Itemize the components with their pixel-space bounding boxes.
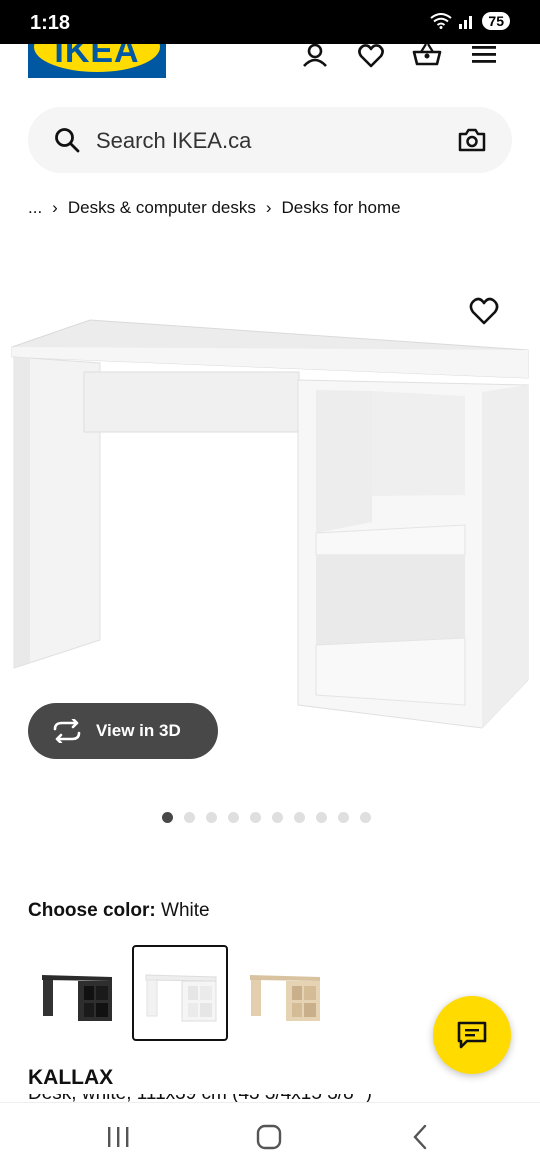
selected-color-value: White bbox=[161, 900, 210, 921]
view-in-3d-label: View in 3D bbox=[96, 721, 181, 740]
desk-oak-thumbnail bbox=[250, 975, 320, 1021]
chevron-right-icon: › bbox=[265, 198, 272, 217]
breadcrumb-item-desks-for-home[interactable]: Desks for home bbox=[282, 198, 401, 218]
recents-icon bbox=[108, 1127, 129, 1147]
carousel-dot[interactable] bbox=[272, 812, 283, 823]
carousel-dot[interactable] bbox=[250, 812, 261, 823]
rotate-3d-icon bbox=[53, 719, 81, 743]
product-name: KALLAX bbox=[28, 1066, 114, 1089]
product-description-text: Desk, white, 111x39 cm (43 3/4x15 3/8 ") bbox=[28, 1094, 372, 1102]
site-header: IKEA bbox=[0, 44, 540, 90]
chat-icon bbox=[457, 1021, 487, 1049]
product-description: Desk, white, 111x39 cm (43 3/4x15 3/8 ") bbox=[28, 1094, 448, 1102]
color-selector-label: Choose color: White bbox=[28, 900, 210, 922]
favorite-heart-icon[interactable] bbox=[468, 296, 500, 328]
home-button[interactable] bbox=[249, 1121, 289, 1153]
back-icon bbox=[413, 1124, 427, 1150]
image-carousel-dots bbox=[162, 812, 371, 823]
wifi-icon bbox=[430, 13, 453, 29]
breadcrumb-item-desks-computer-desks[interactable]: Desks & computer desks bbox=[68, 198, 256, 218]
user-icon[interactable] bbox=[300, 44, 330, 74]
menu-icon[interactable] bbox=[470, 44, 500, 74]
search-icon bbox=[55, 128, 80, 153]
carousel-dot[interactable] bbox=[316, 812, 327, 823]
ikea-logo[interactable]: IKEA bbox=[28, 44, 166, 78]
carousel-dot[interactable] bbox=[162, 812, 173, 823]
swatch-white[interactable] bbox=[132, 945, 228, 1041]
status-time: 1:18 bbox=[30, 12, 71, 34]
carousel-dot[interactable] bbox=[294, 812, 305, 823]
recent-apps-button[interactable] bbox=[98, 1121, 138, 1153]
chat-button[interactable] bbox=[433, 996, 511, 1074]
breadcrumb-ellipsis[interactable]: ... bbox=[28, 198, 42, 218]
breadcrumb: ... › Desks & computer desks › Desks for… bbox=[28, 198, 401, 218]
home-icon bbox=[256, 1124, 282, 1150]
desk-white-thumbnail bbox=[145, 974, 217, 1022]
camera-search-icon[interactable] bbox=[458, 127, 486, 153]
choose-color-label: Choose color: bbox=[28, 900, 156, 921]
carousel-dot[interactable] bbox=[360, 812, 371, 823]
battery-level: 75 bbox=[482, 12, 510, 30]
chevron-right-icon: › bbox=[52, 198, 58, 217]
carousel-dot[interactable] bbox=[184, 812, 195, 823]
system-nav-bar bbox=[0, 1102, 540, 1171]
system-icons: 75 bbox=[430, 12, 510, 30]
basket-icon[interactable] bbox=[412, 44, 442, 74]
heart-icon[interactable] bbox=[356, 44, 386, 74]
swatch-white-stained-oak[interactable] bbox=[236, 945, 332, 1041]
product-image[interactable] bbox=[0, 300, 540, 750]
swatch-black-brown[interactable] bbox=[28, 945, 124, 1041]
color-swatches bbox=[28, 945, 332, 1041]
status-bar: 1:18 75 bbox=[0, 0, 540, 44]
carousel-dot[interactable] bbox=[228, 812, 239, 823]
view-in-3d-button[interactable]: View in 3D bbox=[28, 703, 218, 759]
desk-black-thumbnail bbox=[42, 975, 112, 1021]
search-input[interactable] bbox=[94, 121, 438, 161]
logo-text: IKEA bbox=[54, 44, 140, 70]
carousel-dot[interactable] bbox=[206, 812, 217, 823]
search-bar[interactable] bbox=[28, 107, 512, 173]
signal-icon bbox=[459, 16, 473, 29]
carousel-dot[interactable] bbox=[338, 812, 349, 823]
back-button[interactable] bbox=[400, 1121, 440, 1153]
